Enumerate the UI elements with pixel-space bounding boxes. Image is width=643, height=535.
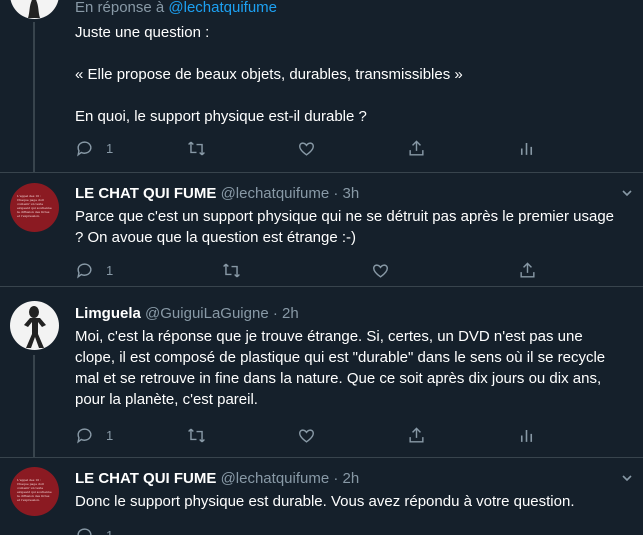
retweet-button[interactable] [187,424,206,446]
timestamp[interactable]: · 3h [333,185,359,202]
caret-down-icon[interactable] [621,187,633,199]
thread-line [33,355,35,457]
tweet-4[interactable]: L'appel des 10 : Chaque page doit conten… [0,458,643,535]
tweet-text: Donc le support physique est durable. Vo… [75,493,575,510]
analytics-icon [520,142,533,155]
handle[interactable]: @lechatquifume [221,185,330,202]
tweet-header: Limguela @GuiguiLaGuigne · 2h [75,304,623,324]
tweet-1[interactable]: En réponse à @lechatquifume Juste une qu… [0,0,643,172]
retweet-button[interactable] [222,259,241,281]
share-icon [409,139,424,156]
handle[interactable]: @lechatquifume [221,470,330,487]
avatar-lechatquifume[interactable]: L'appel des 10 : Chaque page doit conten… [10,467,59,516]
tweet-header: LE CHAT QUI FUME @lechatquifume · 2h [75,469,623,489]
avatar-limguela[interactable] [10,301,59,350]
reply-button[interactable]: 1 [75,524,113,535]
share-button[interactable] [407,424,426,446]
like-icon [298,428,315,443]
like-button[interactable] [297,137,316,159]
retweet-icon [188,141,205,155]
display-name[interactable]: LE CHAT QUI FUME [75,185,216,202]
tweet-3[interactable]: Limguela @GuiguiLaGuigne · 2h Moi, c'est… [0,287,643,457]
share-button[interactable] [518,259,537,281]
display-name[interactable]: LE CHAT QUI FUME [75,470,216,487]
share-button[interactable] [407,137,426,159]
timestamp[interactable]: · 2h [273,305,299,322]
reply-icon [77,427,92,444]
tweet-text: Moi, c'est la réponse que je trouve étra… [75,328,610,408]
share-icon [409,426,424,443]
tweet-header: LE CHAT QUI FUME @lechatquifume · 3h [75,184,623,204]
analytics-icon [520,429,533,442]
like-button[interactable] [371,259,390,281]
avatar-limguela[interactable] [10,0,59,19]
reply-button[interactable]: 1 [75,137,113,159]
reply-handle-link[interactable]: @lechatquifume [168,0,277,16]
share-icon [520,261,535,278]
timestamp[interactable]: · 2h [333,470,359,487]
retweet-button[interactable] [187,137,206,159]
reply-icon [77,140,92,157]
like-icon [298,141,315,156]
reply-context: En réponse à @lechatquifume [75,0,278,16]
tweet-2[interactable]: L'appel des 10 : Chaque page doit conten… [0,173,643,286]
tweet-text: Juste une question : « Elle propose de b… [75,24,463,125]
handle[interactable]: @GuiguiLaGuigne [145,305,269,322]
analytics-button[interactable] [517,424,536,446]
reply-button[interactable]: 1 [75,424,113,446]
reply-icon [77,262,92,279]
reply-icon [77,527,92,535]
avatar-lechatquifume[interactable]: L'appel des 10 : Chaque page doit conten… [10,183,59,232]
like-icon [372,263,389,278]
thread-line [33,22,35,172]
retweet-icon [188,428,205,442]
like-button[interactable] [297,424,316,446]
display-name[interactable]: Limguela [75,305,141,322]
analytics-button[interactable] [517,137,536,159]
retweet-icon [223,263,240,277]
caret-down-icon[interactable] [621,472,633,484]
tweet-text: Parce que c'est un support physique qui … [75,208,619,246]
reply-button[interactable]: 1 [75,259,113,281]
